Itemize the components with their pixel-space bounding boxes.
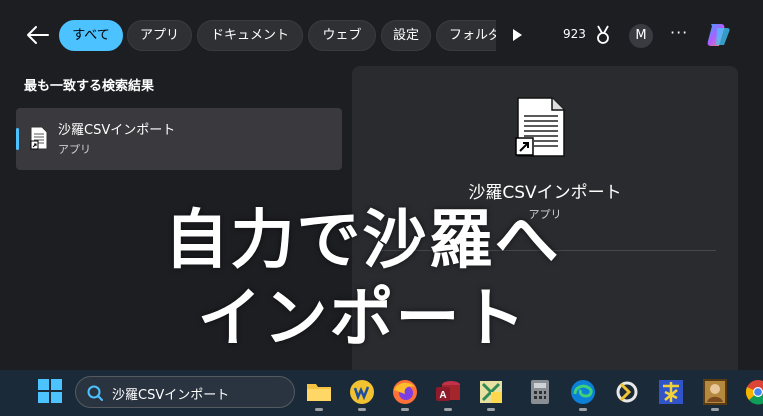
access-icon[interactable]: A [434,378,462,411]
rewards-points: 923 [563,27,586,41]
result-app-type: アプリ [58,143,91,156]
kanji-app-icon[interactable] [657,378,685,406]
selection-indicator [16,128,19,150]
overlay-caption-line2: インポート [197,282,528,356]
windows-start-icon[interactable] [38,379,62,403]
user-avatar[interactable]: M [629,24,653,48]
edge-icon[interactable] [569,378,597,411]
sync-app-icon[interactable] [613,378,641,406]
search-icon [87,385,103,401]
best-match-result[interactable]: 沙羅CSVインポート アプリ [16,108,342,170]
taskbar-search-input[interactable]: 沙羅CSVインポート [112,384,229,403]
filter-tab-settings[interactable]: 設定 [381,20,431,51]
overlay-caption-line1: 自力で沙羅へ [164,204,561,278]
result-app-name: 沙羅CSVインポート [58,123,176,138]
filter-tab-web[interactable]: ウェブ [308,20,376,51]
running-indicator [358,408,366,411]
back-arrow-icon[interactable] [22,22,52,48]
filter-tab-folders[interactable]: フォルダ [436,20,496,51]
running-indicator [579,408,587,411]
more-options-button[interactable]: ··· [670,23,688,42]
taskbar: 沙羅CSVインポート A [0,370,763,416]
running-indicator [487,408,495,411]
scroll-filters-play-icon[interactable] [510,27,524,43]
best-match-heading: 最も一致する検索結果 [24,79,155,94]
chrome-icon[interactable] [744,378,763,406]
vba-editor-icon[interactable] [477,378,505,411]
taskbar-search-box[interactable]: 沙羅CSVインポート [75,376,295,408]
file-explorer-icon[interactable] [305,378,333,411]
running-indicator [315,408,323,411]
iw-app-icon[interactable] [348,378,376,411]
running-indicator [444,408,452,411]
filter-tab-apps[interactable]: アプリ [127,20,192,51]
app-shortcut-icon [30,126,48,150]
copilot-icon[interactable] [703,20,733,50]
svg-text:A: A [439,390,446,401]
filter-tab-all[interactable]: すべて [59,20,123,51]
detail-app-name: 沙羅CSVインポート [468,183,622,203]
running-indicator [711,408,719,411]
firefox-icon[interactable] [391,378,419,411]
running-indicator [401,408,409,411]
filter-tab-documents[interactable]: ドキュメント [197,20,303,51]
rewards-medal-icon[interactable] [594,25,612,45]
calculator-icon[interactable] [526,378,554,406]
app-large-icon [515,97,565,157]
search-filter-bar: すべて アプリ ドキュメント ウェブ 設定 フォルダ 923 M ··· [0,0,763,70]
portrait-app-icon[interactable] [701,378,729,411]
